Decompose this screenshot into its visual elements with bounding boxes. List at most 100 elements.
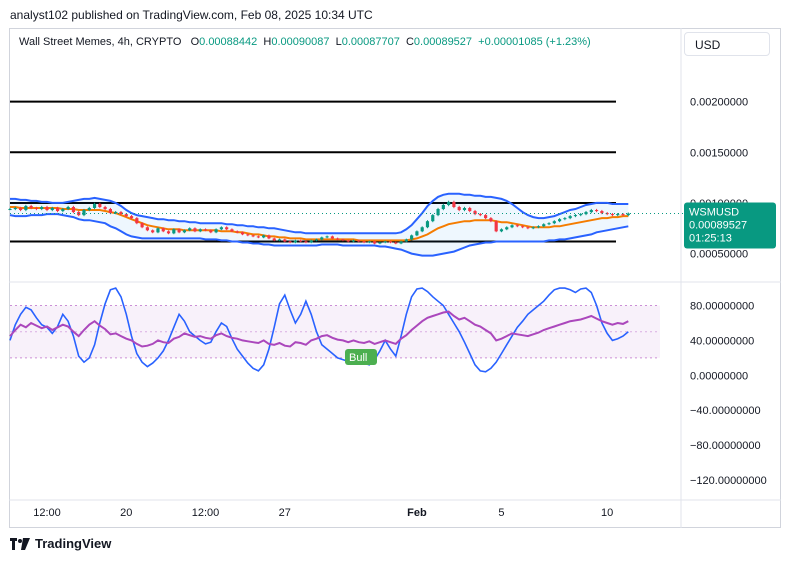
candle-body-39: [214, 229, 218, 233]
candle-body-19: [108, 209, 112, 214]
candle-body-0: [8, 209, 12, 211]
candle-body-32: [177, 229, 181, 233]
chart-svg[interactable]: 0.002000000.001500000.001000000.00050000…: [0, 0, 785, 562]
candle-body-23: [129, 216, 134, 219]
candle-body-53: [288, 241, 292, 243]
tradingview-logo-icon: [10, 537, 30, 550]
price-tick-label-0: 0.00200000: [690, 97, 748, 109]
candle-body-8: [50, 208, 54, 211]
candle-body-44: [240, 232, 245, 235]
price-badge-countdown: 01:25:13: [689, 233, 732, 245]
candle-body-36: [198, 229, 202, 232]
candle-body-85: [457, 206, 461, 211]
candle-body-95: [510, 225, 514, 228]
candle-body-29: [161, 228, 165, 232]
oscillator-pane: [9, 287, 660, 373]
candle-body-114: [610, 214, 615, 216]
candle-body-89: [478, 214, 482, 216]
candle-body-42: [230, 229, 234, 232]
candle-body-24: [135, 218, 139, 224]
oscillator-tick-label-3: −40.00000000: [690, 405, 761, 417]
candle-body-55: [299, 240, 303, 242]
candle-body-34: [188, 228, 192, 231]
oscillator-tick-label-5: −120.00000000: [690, 475, 767, 487]
candle-body-22: [124, 214, 128, 217]
candle-body-70: [378, 242, 382, 244]
candle-body-18: [103, 206, 107, 210]
candle-body-106: [568, 216, 572, 219]
candle-body-38: [209, 230, 213, 233]
candle-body-5: [34, 208, 39, 210]
candle-body-62: [336, 238, 340, 240]
candle-92: [494, 220, 498, 233]
candle-body-112: [600, 211, 604, 214]
candle-body-28: [156, 228, 160, 233]
bull-label: Bull: [345, 349, 377, 365]
candle-body-83: [447, 201, 451, 205]
candle-body-12: [71, 206, 75, 213]
candle-body-7: [45, 206, 49, 211]
candle-body-65: [351, 240, 356, 242]
candle-body-116: [621, 214, 625, 216]
candle-body-94: [505, 227, 509, 230]
candle-body-117: [626, 213, 630, 216]
candle-body-56: [304, 241, 308, 243]
price-badge: WSMUSD 0.00089527 01:25:13: [684, 202, 776, 249]
candle-body-107: [573, 215, 578, 217]
candle-body-66: [357, 240, 361, 242]
candle-body-81: [436, 209, 440, 216]
oscillator-tick-label-0: 80.00000000: [690, 301, 754, 313]
time-tick-label-4: Feb: [407, 507, 427, 519]
candle-81: [436, 207, 440, 217]
candle-body-58: [314, 239, 319, 241]
candle-body-108: [579, 214, 583, 216]
candle-body-59: [320, 237, 324, 240]
candle-body-84: [452, 201, 456, 207]
candle-body-25: [140, 223, 144, 228]
candle-body-74: [399, 241, 403, 244]
candle-body-6: [40, 206, 44, 210]
candle-body-79: [425, 221, 430, 228]
footer: TradingView: [10, 536, 111, 551]
price-tick-label-3: 0.00050000: [690, 249, 748, 261]
candle-body-99: [531, 227, 535, 229]
candle-body-3: [24, 205, 28, 211]
candle-body-15: [87, 208, 91, 211]
candle-body-10: [61, 209, 65, 212]
candle-body-17: [98, 203, 102, 207]
time-tick-label-0: 12:00: [33, 507, 61, 519]
price-badge-ticker: WSMUSD: [689, 207, 739, 219]
candle-body-63: [341, 239, 345, 241]
candle-body-60: [325, 236, 329, 238]
candle-body-4: [29, 205, 33, 209]
candle-body-1: [13, 208, 17, 210]
candle-body-54: [293, 240, 297, 243]
tradingview-brand[interactable]: TradingView: [35, 536, 111, 551]
candle-body-33: [182, 230, 186, 233]
candle-body-51: [277, 239, 282, 241]
candle-body-96: [515, 225, 519, 227]
candle-79: [425, 220, 430, 229]
time-tick-label-2: 12:00: [192, 507, 220, 519]
candle-body-40: [219, 227, 223, 230]
oscillator-tick-label-2: 0.00000000: [690, 370, 748, 382]
time-tick-label-1: 20: [120, 507, 132, 519]
candle-body-30: [166, 231, 171, 234]
candle-body-68: [367, 241, 371, 243]
candle-body-37: [203, 229, 208, 231]
candle-body-115: [616, 214, 620, 216]
candle-24: [135, 217, 139, 225]
candle-body-49: [267, 235, 271, 239]
candle-body-73: [394, 242, 398, 244]
candle-body-2: [18, 208, 23, 211]
candle-body-67: [362, 241, 366, 243]
candle-body-14: [82, 210, 86, 216]
candle-body-90: [484, 215, 488, 219]
candle-body-47: [256, 236, 260, 238]
axes: 0.002000000.001500000.001000000.00050000…: [9, 28, 781, 528]
candle-body-98: [526, 227, 530, 229]
oscillator-tick-label-4: −80.00000000: [690, 440, 761, 452]
candle-body-46: [251, 235, 255, 237]
candle-body-82: [441, 204, 445, 210]
candle-body-45: [246, 234, 250, 236]
